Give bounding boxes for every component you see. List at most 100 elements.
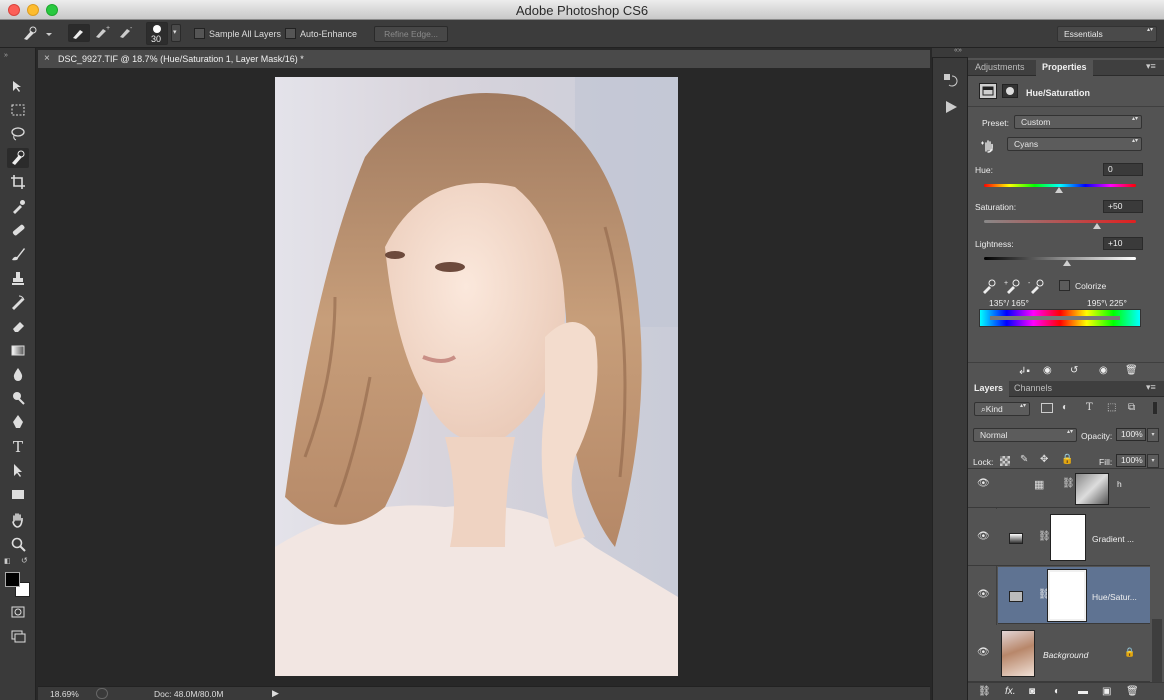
- canvas-area[interactable]: [38, 68, 930, 686]
- lightness-slider-thumb[interactable]: [1063, 260, 1071, 266]
- brush-picker[interactable]: 30: [146, 22, 168, 45]
- auto-enhance-checkbox[interactable]: [285, 28, 296, 39]
- shape-tool[interactable]: [7, 484, 29, 504]
- lightness-value[interactable]: +10: [1103, 237, 1143, 250]
- brush-picker-dropdown[interactable]: ▾: [171, 24, 181, 42]
- layer-name[interactable]: Gradient ...: [1092, 534, 1134, 544]
- saturation-slider-track[interactable]: [984, 220, 1136, 223]
- filter-toggle[interactable]: [1152, 401, 1158, 415]
- reset-icon[interactable]: ↺: [1070, 365, 1078, 376]
- filter-adjustment-icon[interactable]: ◐: [1062, 402, 1068, 413]
- foreground-color-swatch[interactable]: [5, 572, 20, 587]
- collapse-arrows-icon[interactable]: »: [4, 52, 8, 59]
- lasso-tool[interactable]: [7, 124, 29, 144]
- lock-all-icon[interactable]: 🔒: [1061, 454, 1073, 465]
- clone-stamp-tool[interactable]: [7, 268, 29, 288]
- panel-menu-icon[interactable]: ▾≡: [1146, 61, 1156, 72]
- preset-dropdown[interactable]: Custom: [1014, 115, 1142, 129]
- layer-name[interactable]: Background: [1043, 650, 1088, 660]
- clip-to-layer-icon[interactable]: ↲▪: [1018, 366, 1030, 377]
- zoom-level[interactable]: 18.69%: [50, 689, 79, 699]
- brush-tool[interactable]: [7, 244, 29, 264]
- history-panel-button[interactable]: [942, 72, 960, 90]
- refine-edge-button[interactable]: Refine Edge...: [374, 26, 448, 42]
- add-mask-icon[interactable]: ◙: [1029, 686, 1035, 697]
- filter-shape-icon[interactable]: ⬚: [1107, 402, 1116, 413]
- opacity-value[interactable]: 100%: [1116, 428, 1146, 441]
- fill-slider-toggle[interactable]: ▾: [1147, 454, 1159, 468]
- hand-tool[interactable]: [7, 510, 29, 530]
- layer-row-selected[interactable]: ⛓ Hue/Satur...: [998, 567, 1150, 624]
- status-share-icon[interactable]: [96, 688, 108, 699]
- hue-slider-thumb[interactable]: [1055, 187, 1063, 193]
- visibility-eye-icon[interactable]: 👁: [977, 478, 990, 489]
- layer-kind-filter[interactable]: ⌕Kind: [974, 402, 1030, 416]
- type-tool[interactable]: T: [7, 436, 29, 456]
- layer-row[interactable]: 👁 ▦ ⛓ h: [968, 469, 1150, 508]
- collapse-panels-icon[interactable]: »: [958, 47, 962, 54]
- tab-adjustments[interactable]: Adjustments: [975, 62, 1025, 72]
- delete-layer-icon[interactable]: 🗑: [1126, 686, 1139, 697]
- filter-type-icon[interactable]: T: [1086, 402, 1093, 413]
- tool-preset-picker[interactable]: [20, 25, 54, 43]
- marquee-tool[interactable]: [7, 100, 29, 120]
- tab-close-icon[interactable]: ×: [44, 53, 50, 64]
- dodge-tool[interactable]: [7, 388, 29, 408]
- eyedropper-button[interactable]: [980, 278, 996, 294]
- layer-mask-thumbnail[interactable]: [1075, 473, 1109, 505]
- view-previous-icon[interactable]: ◉: [1043, 365, 1052, 376]
- document-tab[interactable]: × DSC_9927.TIF @ 18.7% (Hue/Saturation 1…: [38, 50, 930, 68]
- blend-mode-dropdown[interactable]: Normal: [973, 428, 1077, 442]
- history-brush-tool[interactable]: [7, 292, 29, 312]
- filter-pixel-icon[interactable]: [1041, 403, 1053, 413]
- quick-mask-button[interactable]: [7, 602, 29, 622]
- eyedropper-tool[interactable]: [7, 196, 29, 216]
- status-menu-arrow-icon[interactable]: ▶: [272, 688, 279, 699]
- fill-value[interactable]: 100%: [1116, 454, 1146, 467]
- color-range-bars[interactable]: [979, 309, 1141, 327]
- pen-tool[interactable]: [7, 412, 29, 432]
- layer-name[interactable]: h: [1117, 479, 1122, 489]
- quick-selection-tool[interactable]: [7, 148, 29, 168]
- link-layers-icon[interactable]: ⛓: [978, 686, 991, 697]
- layers-scrollbar[interactable]: [1152, 619, 1162, 682]
- layer-mask-thumbnail[interactable]: [1047, 569, 1087, 622]
- swap-colors-icon[interactable]: ↺: [21, 556, 28, 565]
- sample-all-layers-checkbox[interactable]: [194, 28, 205, 39]
- visibility-eye-icon[interactable]: 👁: [977, 647, 990, 658]
- layers-menu-icon[interactable]: ▾≡: [1146, 382, 1156, 393]
- visibility-icon[interactable]: ◉: [1099, 365, 1108, 376]
- range-selector[interactable]: [990, 316, 1120, 320]
- new-layer-icon[interactable]: ▣: [1102, 686, 1111, 697]
- filter-smart-object-icon[interactable]: ⧉: [1128, 402, 1135, 413]
- default-colors-control[interactable]: ◧ ↺: [4, 556, 34, 568]
- subtract-from-selection-button[interactable]: -: [116, 24, 138, 42]
- layer-name[interactable]: Hue/Satur...: [1092, 592, 1137, 602]
- tab-properties[interactable]: Properties: [1036, 60, 1093, 76]
- gradient-tool[interactable]: [7, 340, 29, 360]
- workspace-switcher[interactable]: Essentials: [1057, 26, 1157, 42]
- tab-channels[interactable]: Channels: [1014, 383, 1052, 393]
- new-group-icon[interactable]: ▬: [1078, 686, 1088, 697]
- colorize-checkbox[interactable]: [1059, 280, 1070, 291]
- screen-mode-button[interactable]: [7, 626, 29, 646]
- zoom-tool[interactable]: [7, 534, 29, 554]
- path-selection-tool[interactable]: [7, 460, 29, 480]
- new-adjustment-icon[interactable]: ◐: [1054, 686, 1060, 697]
- actions-panel-button[interactable]: [942, 98, 960, 116]
- saturation-value[interactable]: +50: [1103, 200, 1143, 213]
- layer-row[interactable]: 👁 Background 🔒: [968, 625, 1150, 682]
- opacity-slider-toggle[interactable]: ▾: [1147, 428, 1159, 442]
- layer-row[interactable]: 👁 ⛓ Gradient ...: [968, 509, 1150, 566]
- crop-tool[interactable]: [7, 172, 29, 192]
- hue-value[interactable]: 0: [1103, 163, 1143, 176]
- channel-dropdown[interactable]: Cyans: [1007, 137, 1142, 151]
- saturation-slider-thumb[interactable]: [1093, 223, 1101, 229]
- move-tool[interactable]: [7, 76, 29, 96]
- background-layer-thumbnail[interactable]: [1001, 630, 1035, 677]
- visibility-eye-icon[interactable]: 👁: [977, 589, 990, 600]
- layer-effects-icon[interactable]: fx.: [1005, 686, 1016, 697]
- lock-position-icon[interactable]: ✥: [1040, 454, 1048, 465]
- eyedropper-minus-button[interactable]: -: [1028, 278, 1044, 294]
- layer-mask-thumbnail[interactable]: [1050, 514, 1086, 561]
